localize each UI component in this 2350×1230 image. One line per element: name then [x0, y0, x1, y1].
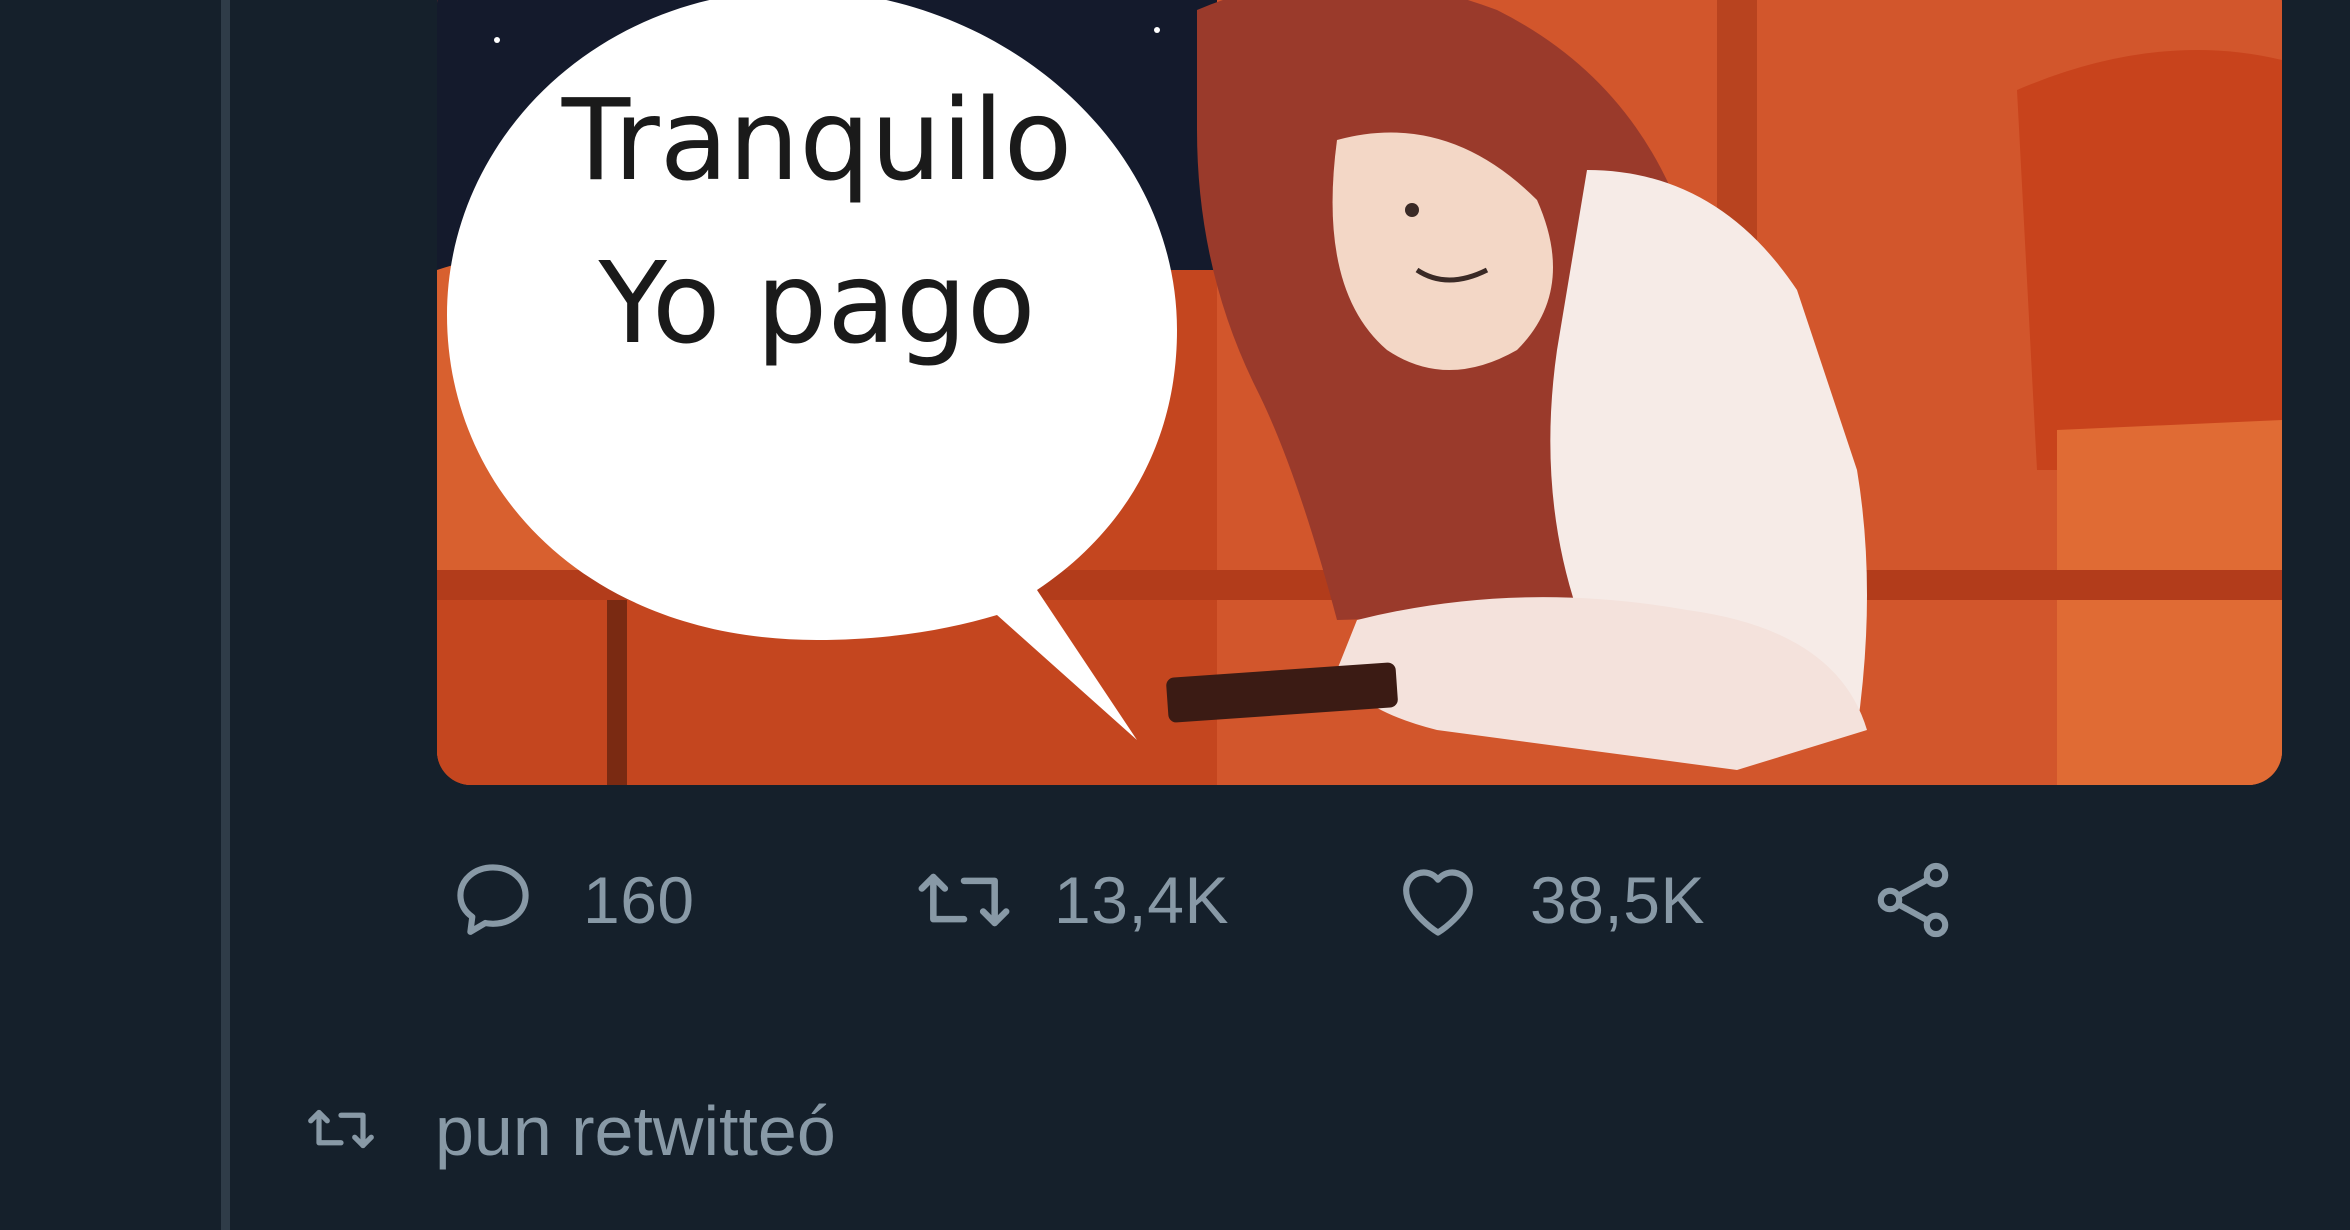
speech-bubble-icon [447, 854, 539, 946]
retweet-context-label: pun retwitteó [435, 1092, 836, 1170]
timeline: Tranquilo Yo pago 160 13,4K 38,5K pun re… [0, 0, 2350, 1230]
reply-count: 160 [583, 863, 695, 937]
retweet-icon [912, 854, 1016, 946]
speech-bubble-line-1: Tranquilo [561, 76, 1073, 206]
like-count: 38,5K [1530, 863, 1705, 937]
retweet-icon [305, 1096, 377, 1167]
retweet-count: 13,4K [1054, 863, 1229, 937]
share-button[interactable] [1867, 850, 1959, 950]
reply-button[interactable]: 160 [447, 850, 695, 950]
tweet-action-bar: 160 13,4K 38,5K [437, 850, 2037, 950]
retweet-context-row[interactable]: pun retwitteó [305, 1085, 836, 1177]
share-icon [1867, 854, 1959, 946]
heart-icon [1392, 854, 1484, 946]
retweet-button[interactable]: 13,4K [912, 850, 1229, 950]
tweet-media-image[interactable]: Tranquilo Yo pago [437, 0, 2282, 785]
thread-connector-line [221, 0, 230, 1230]
like-button[interactable]: 38,5K [1392, 850, 1705, 950]
speech-bubble-line-2: Yo pago [598, 239, 1036, 369]
